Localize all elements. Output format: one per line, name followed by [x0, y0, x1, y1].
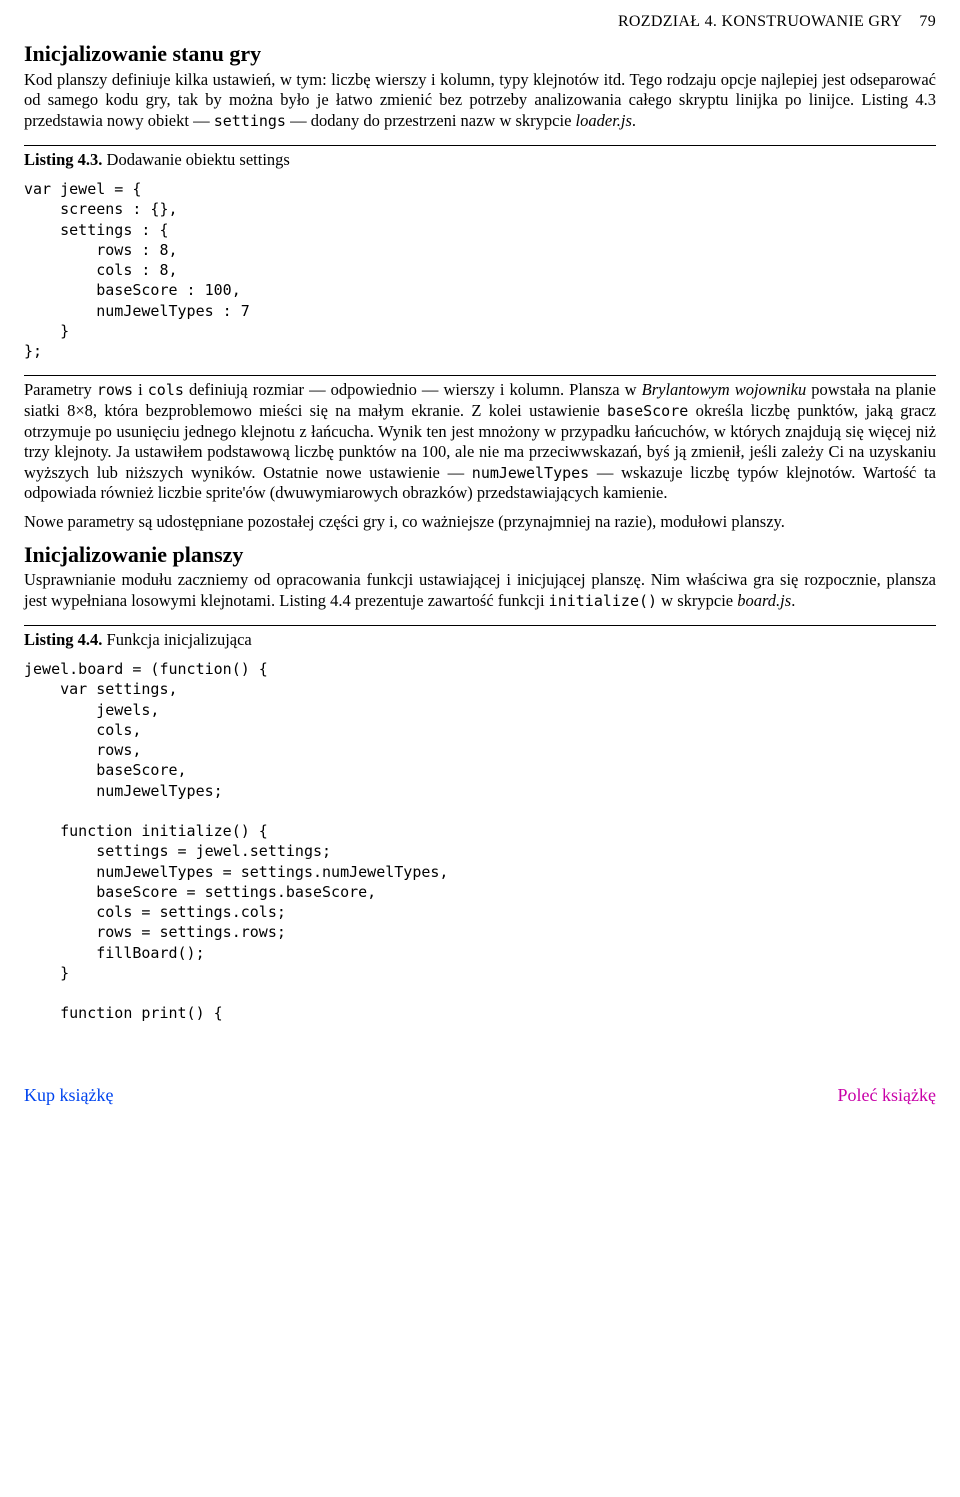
page-header: ROZDZIAŁ 4. KONSTRUOWANIE GRY 79 — [24, 12, 936, 32]
game-title: Brylantowym wojowniku — [642, 380, 807, 399]
parameters-paragraph-2: Nowe parametry są udostępniane pozostałe… — [24, 512, 936, 533]
filename: loader.js — [576, 111, 632, 130]
page-number: 79 — [919, 13, 936, 30]
inline-code: cols — [148, 381, 184, 399]
divider — [24, 145, 936, 146]
listing-4-4-code: jewel.board = (function() { var settings… — [24, 659, 936, 1024]
parameters-paragraph: Parametry rows i cols definiują rozmiar … — [24, 380, 936, 504]
page-footer: Kup książkę Poleć książkę — [24, 1084, 936, 1107]
section-heading-init-board: Inicjalizowanie planszy — [24, 541, 936, 569]
listing-4-4-title: Listing 4.4. Funkcja inicjalizująca — [24, 630, 936, 651]
listing-4-3-code: var jewel = { screens : {}, settings : {… — [24, 179, 936, 361]
section1-paragraph: Kod planszy definiuje kilka ustawień, w … — [24, 70, 936, 132]
chapter-label: ROZDZIAŁ 4. KONSTRUOWANIE GRY — [618, 13, 902, 30]
inline-code: rows — [97, 381, 133, 399]
listing-4-3-title: Listing 4.3. Dodawanie obiektu settings — [24, 150, 936, 171]
recommend-book-link[interactable]: Poleć książkę — [838, 1084, 936, 1107]
section-heading-init-state: Inicjalizowanie stanu gry — [24, 40, 936, 68]
divider — [24, 625, 936, 626]
inline-code: baseScore — [607, 402, 688, 420]
inline-code: initialize() — [549, 592, 657, 610]
divider — [24, 375, 936, 376]
section2-paragraph: Usprawnianie modułu zaczniemy od opracow… — [24, 570, 936, 611]
filename: board.js — [737, 591, 791, 610]
inline-code: numJewelTypes — [472, 464, 589, 482]
buy-book-link[interactable]: Kup książkę — [24, 1084, 113, 1107]
inline-code: settings — [214, 112, 286, 130]
